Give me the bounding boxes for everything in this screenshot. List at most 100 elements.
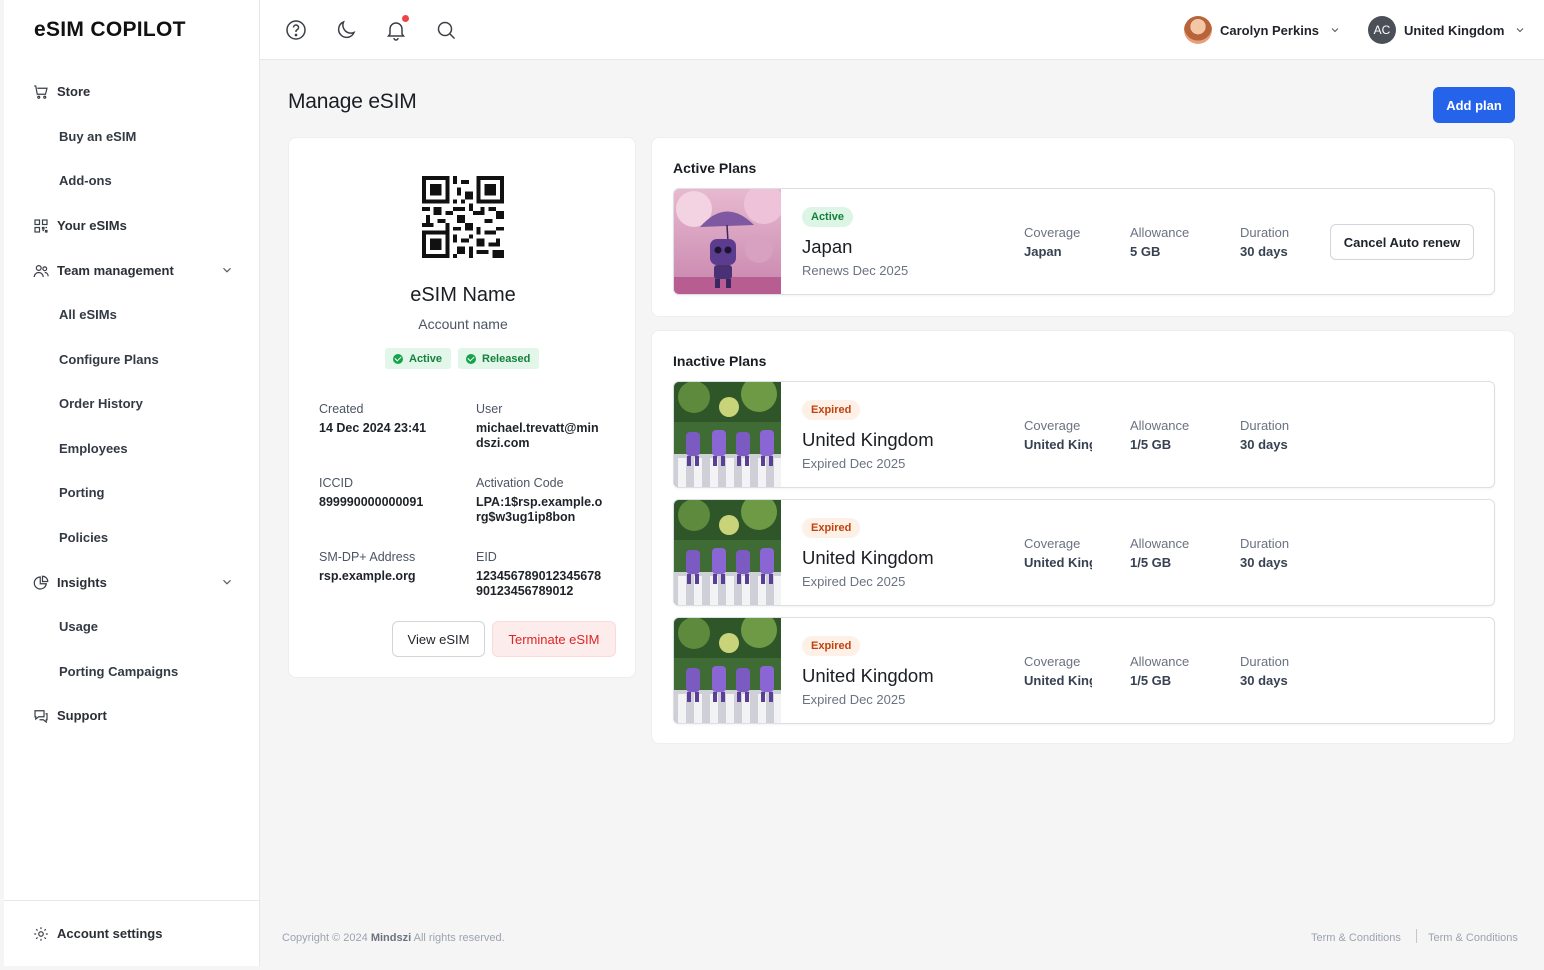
terminate-esim-button[interactable]: Terminate eSIM <box>492 621 616 657</box>
eid-label: EID <box>476 550 497 564</box>
created-value: 14 Dec 2024 23:41 <box>319 421 427 435</box>
view-esim-button[interactable]: View eSIM <box>392 621 485 657</box>
user-name: Carolyn Perkins <box>1220 22 1319 38</box>
sidebar-item-buy-esim[interactable]: Buy an eSIM <box>4 116 260 156</box>
cancel-auto-renew-button[interactable]: Cancel Auto renew <box>1330 224 1474 260</box>
inactive-plans-title: Inactive Plans <box>673 353 767 369</box>
user-value: michael.trevatt@mindszi.com <box>476 421 599 450</box>
plan-row[interactable]: Expired United Kingdom Expired Dec 2025 … <box>673 617 1495 724</box>
region-name: United Kingdom <box>1404 22 1505 38</box>
plan-expiry: Expired Dec 2025 <box>802 574 906 589</box>
sidebar-item-policies[interactable]: Policies <box>4 517 260 557</box>
region-menu[interactable]: AC United Kingdom <box>1368 15 1526 45</box>
sidebar-item-label: Team management <box>57 262 174 278</box>
sidebar-item-label: Order History <box>59 395 143 411</box>
status-badge-active: Active <box>385 348 452 369</box>
check-circle-icon <box>466 353 476 364</box>
plan-name: United Kingdom <box>802 547 934 568</box>
coverage-value: United Kingdom <box>1024 673 1092 688</box>
duration-label: Duration <box>1240 418 1290 433</box>
sidebar-item-support[interactable]: Support <box>4 695 260 735</box>
allowance-value: 5 GB <box>1130 244 1161 259</box>
sidebar-item-configure-plans[interactable]: Configure Plans <box>4 339 260 379</box>
sidebar-item-account-settings[interactable]: Account settings <box>4 913 260 953</box>
plan-name: United Kingdom <box>802 665 934 686</box>
qr-code <box>422 176 504 258</box>
gear-icon <box>34 927 48 941</box>
sidebar-item-label: Add-ons <box>59 172 112 188</box>
chevron-down-icon <box>1331 28 1339 33</box>
sidebar-item-label: All eSIMs <box>59 306 117 322</box>
chat-icon <box>34 710 48 724</box>
sidebar-item-order-history[interactable]: Order History <box>4 383 260 423</box>
inactive-plans-card: Inactive Plans Expired United Kingdom Ex… <box>651 330 1515 744</box>
sidebar-item-label: Buy an eSIM <box>59 128 137 144</box>
page-title: Manage eSIM <box>288 90 417 113</box>
sidebar-item-label: Usage <box>59 618 99 634</box>
activation-code-label: Activation Code <box>476 476 564 490</box>
plan-name: United Kingdom <box>802 429 934 450</box>
cart-icon <box>34 85 48 99</box>
terms-link[interactable]: Term & Conditions <box>1428 932 1518 944</box>
plan-row[interactable]: Expired United Kingdom Expired Dec 2025 … <box>673 499 1495 606</box>
company-name: Mindszi <box>370 932 412 944</box>
sidebar-item-insights[interactable]: Insights <box>4 562 260 602</box>
region-avatar: AC <box>1368 16 1396 44</box>
user-label: User <box>476 402 503 416</box>
sidebar-item-add-ons[interactable]: Add-ons <box>4 160 260 200</box>
search-icon[interactable] <box>434 18 458 42</box>
coverage-value: United Kingdom <box>1024 555 1092 570</box>
sidebar-item-employees[interactable]: Employees <box>4 428 260 468</box>
sidebar-item-label: Configure Plans <box>59 351 159 367</box>
chevron-down-icon[interactable] <box>220 575 234 589</box>
plan-name: Japan <box>802 236 853 257</box>
iccid-label: ICCID <box>319 476 354 490</box>
plan-expiry: Expired Dec 2025 <box>802 456 906 471</box>
active-plans-title: Active Plans <box>673 160 757 176</box>
add-plan-button[interactable]: Add plan <box>1433 87 1515 123</box>
terms-link[interactable]: Term & Conditions <box>1311 932 1401 944</box>
sidebar-item-label: Your eSIMs <box>57 217 127 233</box>
sidebar-item-usage[interactable]: Usage <box>4 606 260 646</box>
sidebar-item-porting-campaigns[interactable]: Porting Campaigns <box>4 651 260 691</box>
sidebar-item-team-management[interactable]: Team management <box>4 250 260 290</box>
eid-value: 12345678901234567890123456789012 <box>476 569 602 598</box>
plan-expiry: Expired Dec 2025 <box>802 692 906 707</box>
status-badge: Expired <box>802 518 861 538</box>
duration-label: Duration <box>1240 536 1290 551</box>
plan-row[interactable]: Active Japan Renews Dec 2025 Coverage Ja… <box>673 188 1495 295</box>
badge-label: Active <box>409 352 443 365</box>
sidebar-item-label: Store <box>57 83 91 99</box>
sidebar: eSIM COPILOT Store Buy an eSIM Add-ons Y… <box>4 0 260 966</box>
esim-details-card: eSIM Name Account name Active Released C… <box>288 137 636 678</box>
sidebar-item-all-esims[interactable]: All eSIMs <box>4 294 260 334</box>
sidebar-item-your-esims[interactable]: Your eSIMs <box>4 205 260 245</box>
coverage-label: Coverage <box>1024 225 1081 240</box>
smdp-address-label: SM-DP+ Address <box>319 550 416 564</box>
pie-chart-icon <box>33 575 49 590</box>
duration-value: 30 days <box>1240 437 1288 452</box>
chevron-down-icon[interactable] <box>220 263 234 277</box>
qr-grid-icon <box>34 219 48 233</box>
moon-icon[interactable] <box>334 18 358 42</box>
coverage-label: Coverage <box>1024 536 1081 551</box>
avatar <box>1184 16 1212 44</box>
plan-row[interactable]: Expired United Kingdom Expired Dec 2025 … <box>673 381 1495 488</box>
sidebar-item-label: Employees <box>59 440 128 456</box>
duration-label: Duration <box>1240 654 1290 669</box>
allowance-value: 1/5 GB <box>1130 555 1172 570</box>
sidebar-item-label: Policies <box>59 529 109 545</box>
user-menu[interactable]: Carolyn Perkins <box>1184 15 1341 45</box>
status-badge: Active <box>802 207 854 227</box>
copyright-prefix: Copyright © 2024 <box>282 932 368 944</box>
sidebar-item-porting[interactable]: Porting <box>4 472 260 512</box>
app-logo[interactable]: eSIM COPILOT <box>34 18 186 42</box>
help-icon[interactable] <box>284 18 308 42</box>
sidebar-item-store[interactable]: Store <box>4 71 260 111</box>
footer-divider <box>1416 929 1417 943</box>
smdp-address-value: rsp.example.org <box>319 569 416 583</box>
duration-value: 30 days <box>1240 244 1288 259</box>
coverage-label: Coverage <box>1024 654 1081 669</box>
duration-label: Duration <box>1240 225 1290 240</box>
plan-thumbnail <box>674 500 781 605</box>
